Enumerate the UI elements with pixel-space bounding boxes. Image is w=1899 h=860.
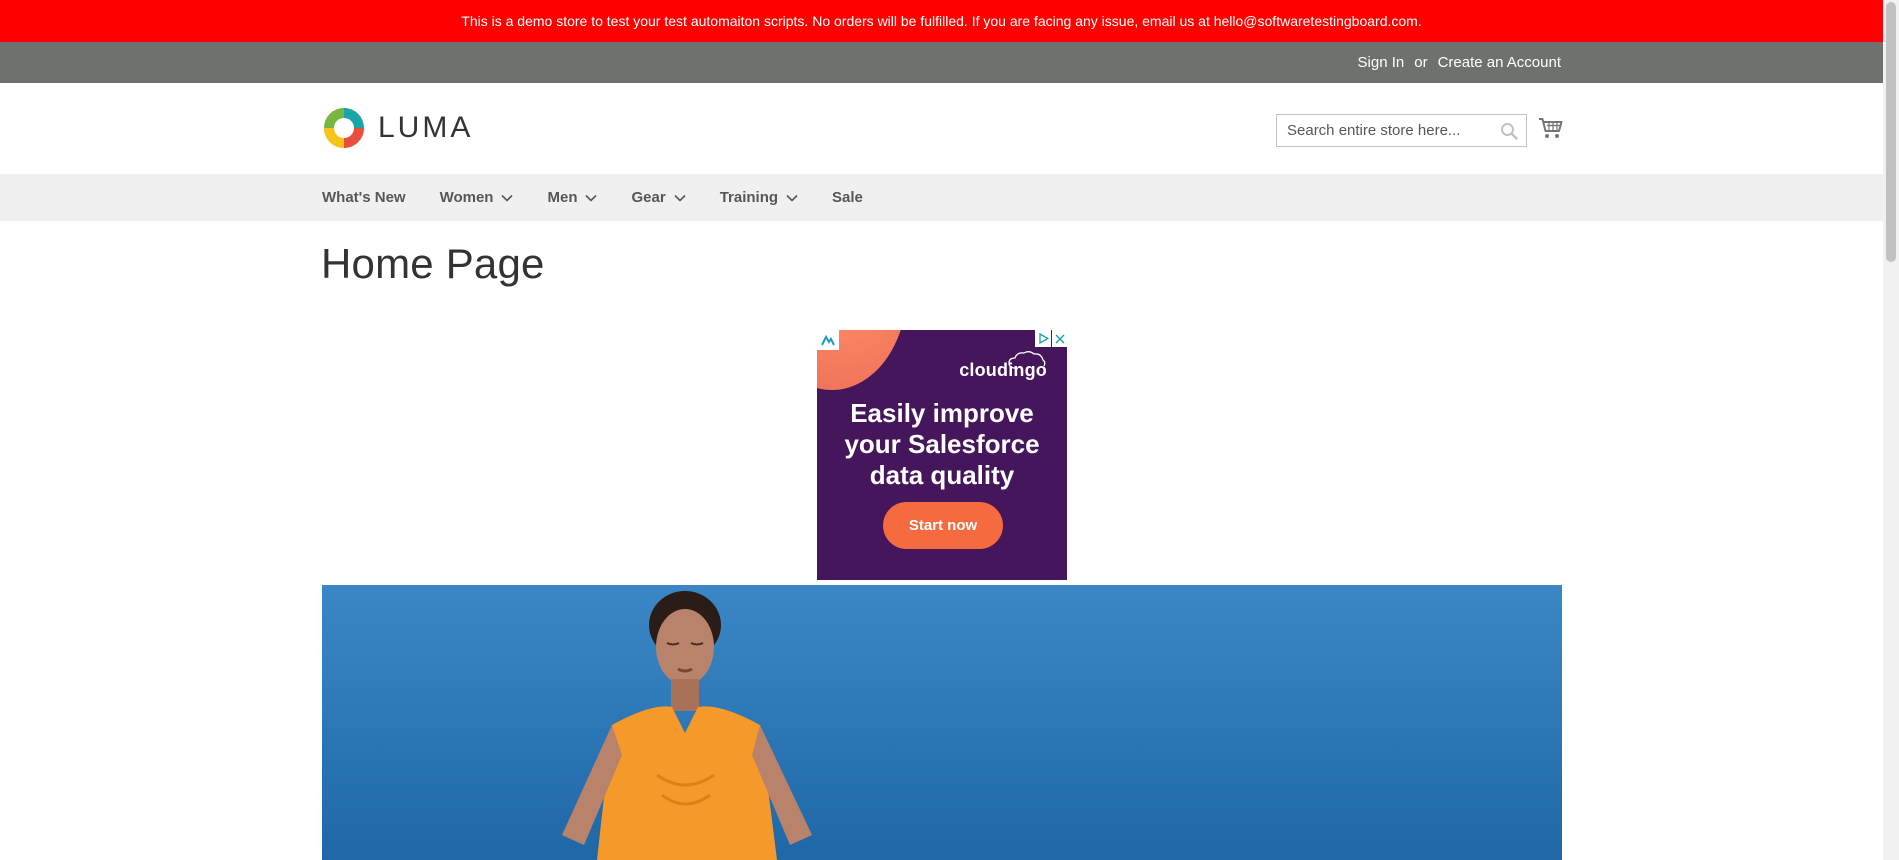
- nav-item-label: Gear: [631, 189, 666, 206]
- chevron-down-icon: [585, 194, 598, 202]
- demo-notice: This is a demo store to test your test a…: [0, 0, 1883, 42]
- ad-info-icon[interactable]: [1035, 330, 1052, 347]
- nav-item-label: What's New: [322, 189, 406, 206]
- page-title: Home Page: [321, 240, 545, 287]
- ad-headline: Easily improve your Salesforce data qual…: [817, 398, 1067, 491]
- logo-text: LUMA: [378, 111, 474, 144]
- ad-headline-line: data quality: [869, 460, 1015, 490]
- cart-icon[interactable]: [1538, 116, 1563, 140]
- header-links: Sign In or Create an Account: [1358, 42, 1561, 83]
- create-account-link[interactable]: Create an Account: [1438, 54, 1561, 71]
- chevron-down-icon: [674, 194, 686, 202]
- advertisement[interactable]: cloudingo Easily improve your Salesforce…: [817, 330, 1067, 580]
- hero-person-image: [562, 591, 812, 860]
- ad-headline-line: your Salesforce: [844, 429, 1040, 459]
- play-triangle-icon: [1039, 333, 1049, 344]
- nav-item-label: Women: [439, 189, 494, 206]
- nav-item-men[interactable]: Men: [547, 174, 598, 221]
- search-input[interactable]: [1277, 115, 1492, 146]
- adchoices-icon[interactable]: [817, 330, 839, 350]
- main-navigation: What's New Women Men Gear Training Sale: [0, 174, 1883, 221]
- chevron-down-icon: [786, 194, 798, 202]
- ad-close-icon[interactable]: [1051, 330, 1067, 347]
- nav-item-women[interactable]: Women: [440, 174, 514, 221]
- search-icon[interactable]: [1500, 122, 1518, 140]
- header-content: LUMA: [0, 83, 1883, 174]
- ad-headline-line: Easily improve: [850, 398, 1034, 428]
- sign-in-link[interactable]: Sign In: [1358, 54, 1405, 71]
- nav-item-label: Sale: [832, 189, 863, 206]
- nav-item-training[interactable]: Training: [720, 174, 798, 221]
- adchoices-logo-icon: [821, 334, 835, 346]
- close-icon: [1055, 334, 1064, 343]
- ad-cta-button[interactable]: Start now: [883, 502, 1003, 549]
- header-links-separator: or: [1414, 54, 1428, 71]
- nav-item-gear[interactable]: Gear: [631, 174, 686, 221]
- search-box: [1276, 114, 1527, 147]
- nav-item-sale[interactable]: Sale: [832, 174, 863, 221]
- hero-banner[interactable]: [322, 585, 1562, 860]
- nav-item-label: Men: [547, 189, 578, 206]
- nav-item-whats-new[interactable]: What's New: [322, 174, 406, 221]
- nav-items: What's New Women Men Gear Training Sale: [322, 174, 897, 221]
- store-logo[interactable]: LUMA: [322, 105, 473, 151]
- page-viewport: This is a demo store to test your test a…: [0, 0, 1899, 860]
- luma-logo-icon: [324, 108, 364, 148]
- nav-item-label: Training: [719, 189, 779, 206]
- scrollbar-thumb[interactable]: [1886, 2, 1896, 262]
- page-scrollbar[interactable]: [1883, 0, 1899, 860]
- chevron-down-icon: [501, 194, 514, 202]
- ad-brand: cloudingo: [959, 360, 1047, 380]
- header-panel: Sign In or Create an Account: [0, 42, 1883, 83]
